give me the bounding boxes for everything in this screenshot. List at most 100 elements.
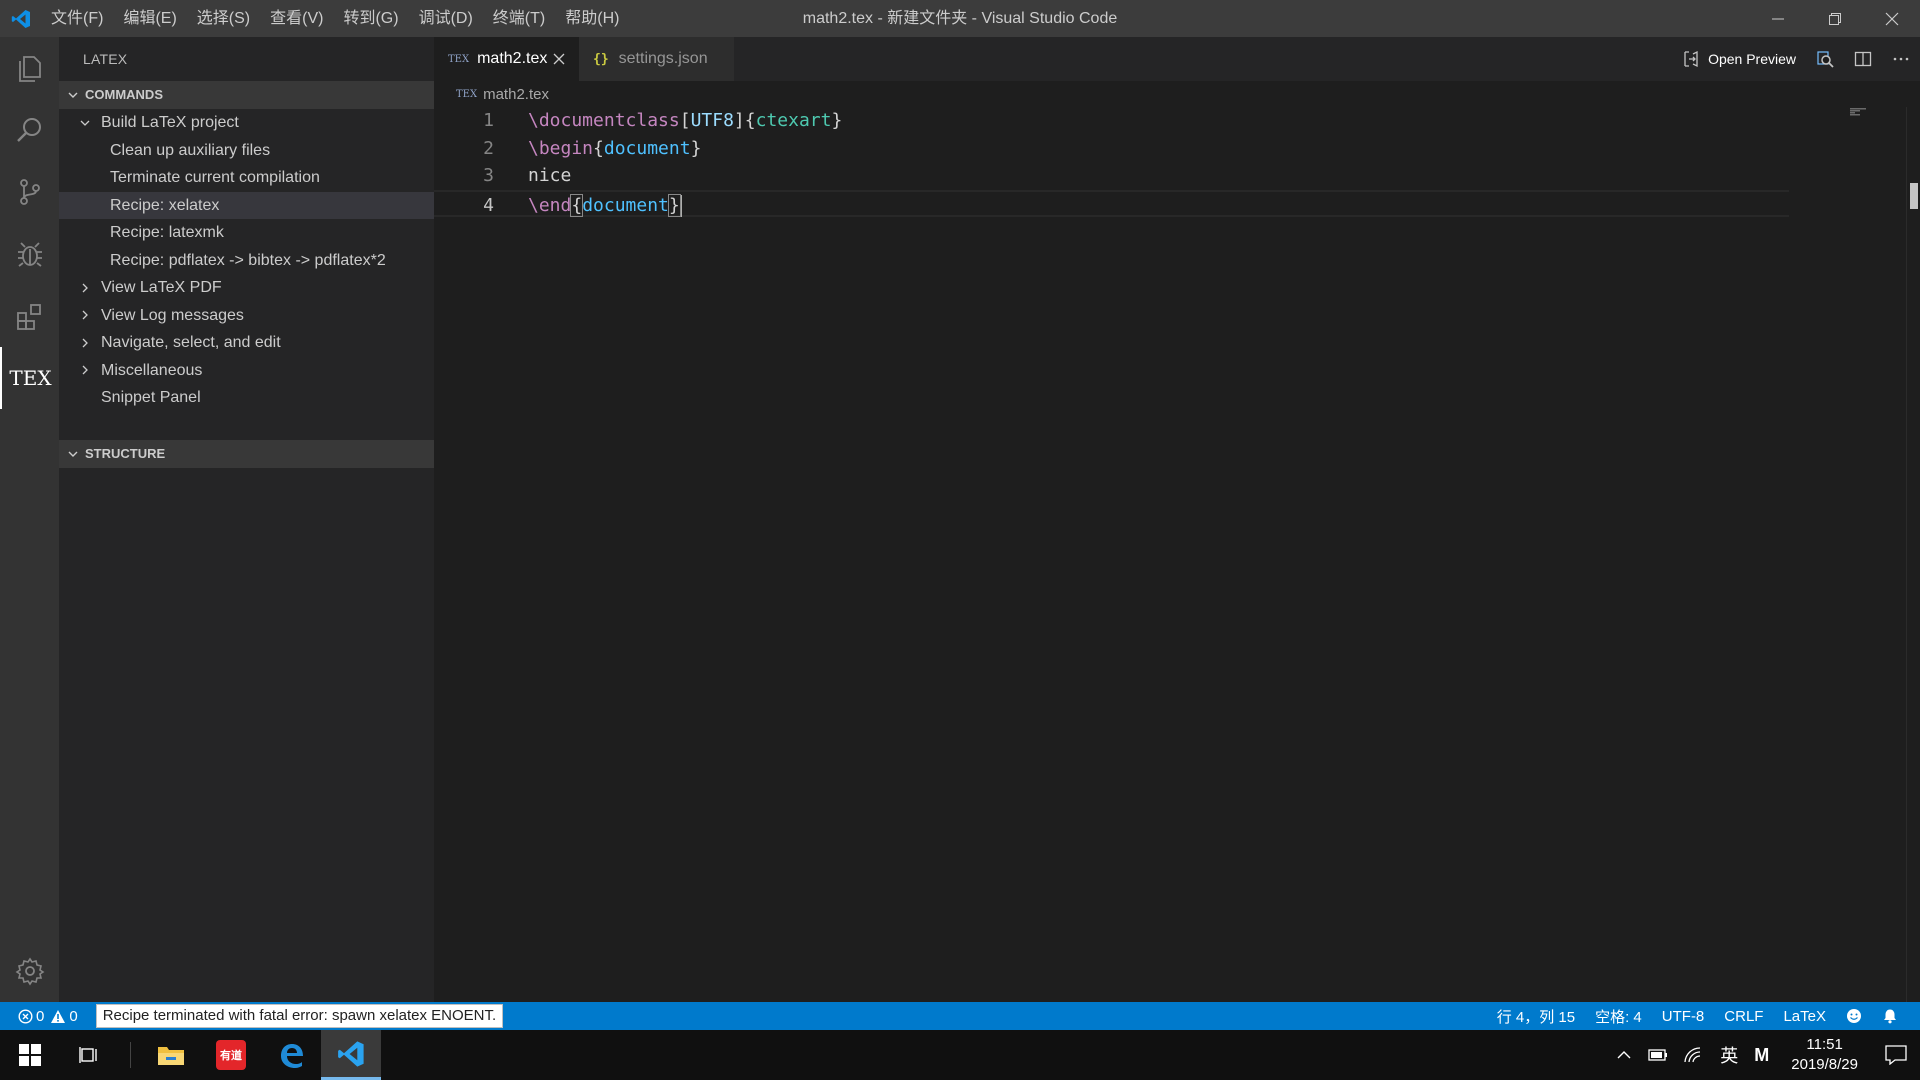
tab-math2-tex[interactable]: TEX math2.tex — [434, 37, 579, 81]
sidebar-title: LATEX — [83, 51, 128, 67]
menu-selection[interactable]: 选择(S) — [187, 0, 260, 37]
more-actions-button[interactable] — [1882, 37, 1920, 81]
chevron-down-icon — [65, 448, 81, 460]
vscode-icon — [338, 1040, 364, 1067]
line-number: 4 — [483, 194, 494, 216]
json-file-icon: {} — [593, 51, 609, 67]
end-of-line[interactable]: CRLF — [1714, 1008, 1773, 1025]
battery-indicator[interactable] — [1640, 1048, 1676, 1062]
extensions-activity[interactable] — [0, 285, 59, 347]
action-center-button[interactable] — [1872, 1030, 1920, 1080]
tree-item[interactable]: View Log messages — [59, 302, 434, 330]
error-icon — [18, 1008, 33, 1024]
error-count: 0 — [36, 1007, 45, 1025]
menu-file[interactable]: 文件(F) — [41, 0, 113, 37]
menu-go[interactable]: 转到(G) — [333, 0, 408, 37]
code-editor[interactable]: 1 \documentclass[UTF8]{ctexart} 2 \begin… — [434, 107, 1904, 217]
edge-taskbar-button[interactable] — [261, 1030, 321, 1080]
task-view-button[interactable] — [60, 1030, 120, 1080]
menu-terminal[interactable]: 终端(T) — [483, 0, 555, 37]
vscode-taskbar-button[interactable] — [321, 1030, 381, 1080]
breadcrumb[interactable]: TEX math2.tex — [434, 81, 1920, 107]
feedback-button[interactable] — [1836, 1008, 1872, 1024]
tree-item[interactable]: Recipe: latexmk — [59, 219, 434, 247]
restore-button[interactable] — [1806, 0, 1863, 37]
breadcrumb-file[interactable]: math2.tex — [483, 86, 549, 103]
close-window-button[interactable] — [1863, 0, 1920, 37]
tab-label: math2.tex — [477, 50, 548, 67]
view-pdf-button[interactable] — [1806, 37, 1844, 81]
explorer-activity[interactable] — [0, 37, 59, 99]
debug-activity[interactable] — [0, 223, 59, 285]
show-hidden-icons-button[interactable] — [1608, 1047, 1640, 1063]
ime-mode-indicator[interactable]: M — [1746, 1045, 1777, 1066]
tree-item[interactable]: View LaTeX PDF — [59, 274, 434, 302]
tree-item[interactable]: Recipe: xelatex — [59, 191, 434, 219]
taskbar-clock[interactable]: 11:51 2019/8/29 — [1777, 1035, 1872, 1075]
tab-settings-json[interactable]: {} settings.json — [579, 37, 734, 81]
vertical-scrollbar[interactable] — [1906, 107, 1920, 1002]
tex-file-icon: TEX — [448, 53, 470, 65]
code-line: 3 nice — [434, 162, 1904, 190]
search-activity[interactable] — [0, 99, 59, 161]
commands-section-header[interactable]: COMMANDS — [59, 81, 434, 109]
tree-item[interactable]: Build LaTeX project — [59, 109, 434, 137]
youdao-taskbar-button[interactable]: 有道 — [201, 1030, 261, 1080]
manage-activity[interactable] — [0, 940, 59, 1002]
source-control-activity[interactable] — [0, 161, 59, 223]
tree-item[interactable]: Miscellaneous — [59, 357, 434, 385]
build-error-message[interactable]: Recipe terminated with fatal error: spaw… — [95, 1004, 504, 1028]
notifications-button[interactable] — [1872, 1008, 1908, 1024]
problems-indicator[interactable]: 0 0 — [18, 1008, 78, 1025]
clock-date: 2019/8/29 — [1791, 1056, 1858, 1073]
menu-help[interactable]: 帮助(H) — [555, 0, 629, 37]
folder-icon — [158, 1047, 184, 1065]
window-controls — [1749, 0, 1920, 37]
close-icon — [1885, 12, 1898, 25]
language-mode[interactable]: LaTeX — [1773, 1008, 1836, 1025]
menu-edit[interactable]: 编辑(E) — [113, 0, 186, 37]
tree-item[interactable]: Terminate current compilation — [59, 164, 434, 192]
structure-section-label: STRUCTURE — [85, 446, 166, 461]
scrollbar-thumb[interactable] — [1910, 183, 1918, 209]
text-cursor — [679, 194, 682, 217]
notification-icon — [1885, 1045, 1907, 1065]
tree-item[interactable]: Recipe: pdflatex -> bibtex -> pdflatex*2 — [59, 247, 434, 275]
minimap[interactable] — [1850, 108, 1878, 116]
latex-activity[interactable]: TEX — [0, 347, 59, 409]
tree-item[interactable]: Navigate, select, and edit — [59, 329, 434, 357]
tab-label: settings.json — [618, 50, 708, 67]
cursor-position[interactable]: 行 4，列 15 — [1487, 1006, 1585, 1027]
encoding[interactable]: UTF-8 — [1652, 1008, 1715, 1025]
chevron-right-icon — [77, 307, 93, 323]
indentation[interactable]: 空格: 4 — [1585, 1006, 1652, 1027]
ime-language-indicator[interactable]: 英 — [1712, 1042, 1746, 1068]
editor-tabs: TEX math2.tex {} settings.json Open Prev… — [434, 37, 1920, 81]
youdao-icon: 有道 — [216, 1040, 246, 1070]
bell-icon — [1884, 1009, 1896, 1024]
menu-debug[interactable]: 调试(D) — [409, 0, 483, 37]
split-editor-button[interactable] — [1844, 37, 1882, 81]
minimize-icon — [1771, 18, 1784, 19]
activity-bar: TEX — [0, 37, 59, 1002]
status-right: 行 4，列 15 空格: 4 UTF-8 CRLF LaTeX — [1487, 1002, 1920, 1030]
tree-item-label: Recipe: pdflatex -> bibtex -> pdflatex*2 — [110, 251, 386, 269]
windows-taskbar: 有道 英 M 11:51 2019/8/29 — [0, 1030, 1920, 1080]
code-text: \end{document} — [528, 193, 682, 217]
chevron-down-icon — [77, 115, 93, 131]
debug-icon — [17, 242, 42, 267]
network-indicator[interactable] — [1676, 1047, 1712, 1063]
minimize-button[interactable] — [1749, 0, 1806, 37]
file-explorer-taskbar-button[interactable] — [141, 1030, 201, 1080]
tex-file-icon: TEX — [456, 88, 478, 100]
tree-item[interactable]: Snippet Panel — [59, 384, 434, 412]
code-line: 2 \begin{document} — [434, 135, 1904, 163]
open-preview-button[interactable]: Open Preview — [1672, 37, 1806, 81]
menu-view[interactable]: 查看(V) — [260, 0, 333, 37]
line-number: 3 — [483, 165, 494, 186]
chevron-right-icon — [77, 280, 93, 296]
tree-item[interactable]: Clean up auxiliary files — [59, 137, 434, 165]
structure-section-header[interactable]: STRUCTURE — [59, 440, 434, 468]
close-tab-button[interactable] — [553, 53, 565, 65]
start-button[interactable] — [0, 1030, 60, 1080]
